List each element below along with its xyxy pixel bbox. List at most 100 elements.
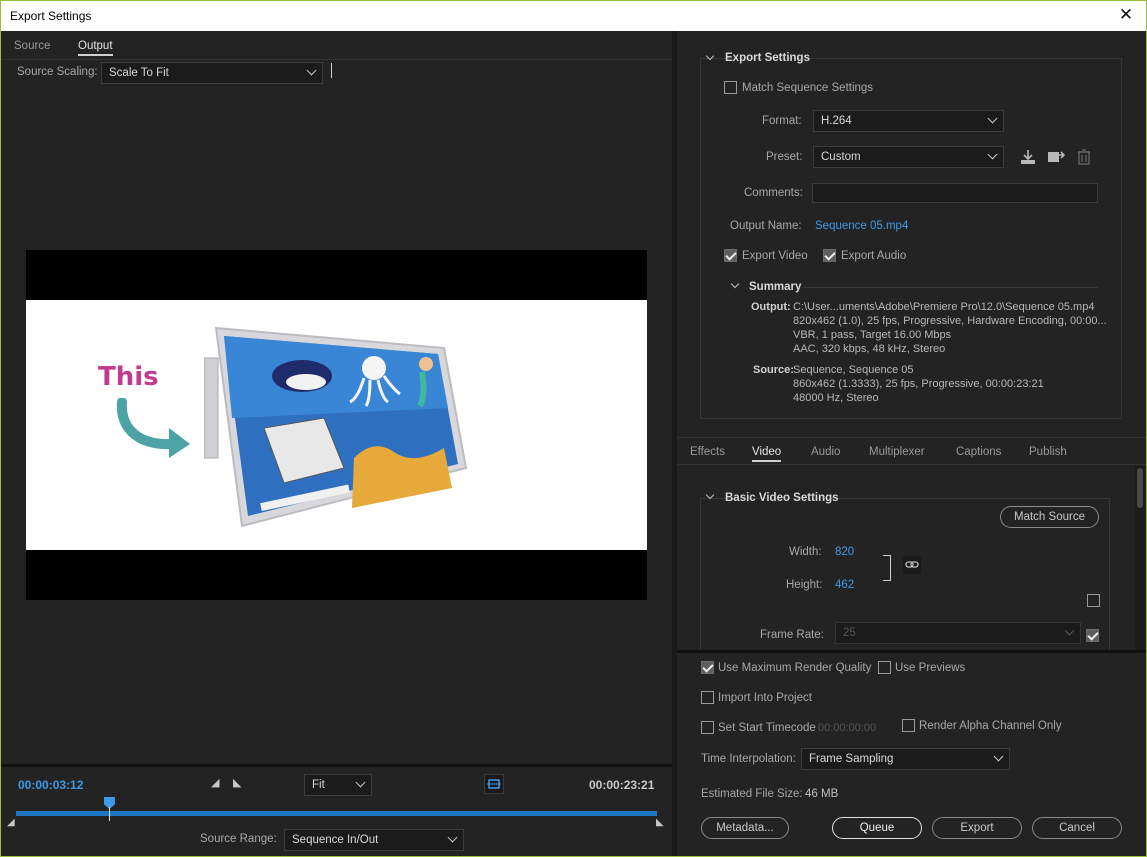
queue-button[interactable]: Queue: [832, 817, 922, 839]
video-settings-scroll: Basic Video Settings Match Source Width:…: [677, 466, 1146, 650]
width-value[interactable]: 820: [835, 546, 854, 558]
summary-output-label: Output:: [751, 301, 791, 313]
chevron-down-icon: [306, 65, 317, 76]
use-previews-label: Use Previews: [895, 662, 966, 674]
comments-label: Comments:: [744, 187, 803, 199]
preset-value: Custom: [821, 151, 861, 163]
width-label: Width:: [789, 546, 822, 558]
overlay-text: This: [98, 362, 159, 392]
export-button[interactable]: Export: [932, 817, 1022, 839]
summary-line: C:\User...uments\Adobe\Premiere Pro\12.0…: [793, 301, 1095, 313]
start-timecode-checkbox[interactable]: [701, 721, 714, 734]
format-dropdown[interactable]: H.264: [813, 110, 1004, 132]
chevron-down-icon: [993, 751, 1004, 762]
close-icon[interactable]: ✕: [1115, 4, 1137, 26]
tab-captions[interactable]: Captions: [956, 446, 1001, 458]
start-timecode-label: Set Start Timecode: [718, 722, 816, 734]
chevron-down-icon: [987, 113, 998, 124]
scrollbar[interactable]: [1135, 466, 1145, 650]
override-checkbox[interactable]: [1087, 594, 1100, 607]
video-preview: This: [26, 250, 647, 600]
zoom-dropdown[interactable]: Fit: [304, 774, 372, 796]
summary-line: 860x462 (1.3333), 25 fps, Progressive, 0…: [793, 378, 1044, 390]
frame-rate-checkbox[interactable]: [1086, 629, 1099, 642]
comments-input[interactable]: [812, 183, 1098, 203]
mark-out-icon[interactable]: ◣: [233, 776, 241, 789]
aspect-correction-button[interactable]: [484, 774, 504, 794]
export-audio-label: Export Audio: [841, 250, 907, 262]
format-label: Format:: [762, 115, 802, 127]
metadata-button[interactable]: Metadata...: [701, 817, 789, 839]
height-value[interactable]: 462: [835, 579, 854, 591]
source-range-label: Source Range:: [200, 833, 277, 845]
frame-rate-label: Frame Rate:: [760, 629, 824, 641]
summary-line: Sequence, Sequence 05: [793, 364, 914, 376]
mark-in-icon[interactable]: ◢: [211, 776, 219, 789]
tab-video[interactable]: Video: [752, 446, 782, 462]
settings-tabs: Effects Video Audio Multiplexer Captions…: [677, 437, 1146, 465]
export-video-label: Export Video: [742, 250, 808, 262]
summary-source-label: Source:: [753, 364, 794, 376]
match-sequence-checkbox[interactable]: [724, 81, 737, 94]
source-scaling-label: Source Scaling:: [17, 66, 98, 78]
time-interpolation-dropdown[interactable]: Frame Sampling: [801, 748, 1010, 770]
import-into-project-checkbox[interactable]: [701, 691, 714, 704]
chevron-down-icon: [987, 149, 998, 160]
import-into-project-label: Import Into Project: [718, 692, 812, 704]
preset-label: Preset:: [766, 151, 803, 163]
tab-audio[interactable]: Audio: [811, 446, 840, 458]
summary-line: VBR, 1 pass, Target 16.00 Mbps: [793, 329, 952, 341]
render-alpha-label: Render Alpha Channel Only: [919, 720, 1062, 732]
video-frame: This: [26, 300, 647, 550]
format-value: H.264: [821, 115, 852, 127]
use-previews-checkbox[interactable]: [878, 661, 891, 674]
total-timecode: 00:00:23:21: [589, 778, 655, 792]
start-timecode-value: 00:00:00:00: [818, 722, 877, 734]
preset-dropdown[interactable]: Custom: [813, 146, 1004, 168]
range-start-handle[interactable]: ◢: [7, 817, 15, 828]
tab-source[interactable]: Source: [14, 40, 50, 52]
time-interpolation-value: Frame Sampling: [809, 753, 894, 765]
range-end-handle[interactable]: ◣: [656, 817, 664, 828]
match-sequence-label: Match Sequence Settings: [742, 82, 874, 94]
source-scaling-value: Scale To Fit: [109, 67, 169, 79]
match-source-button[interactable]: Match Source: [1000, 506, 1099, 528]
current-timecode[interactable]: 00:00:03:12: [18, 778, 83, 792]
summary-line: AAC, 320 kbps, 48 kHz, Stereo: [793, 343, 946, 355]
tab-multiplexer[interactable]: Multiplexer: [869, 446, 925, 458]
file-size-label: Estimated File Size:: [701, 788, 803, 800]
source-range-dropdown[interactable]: Sequence In/Out: [284, 829, 464, 851]
save-preset-icon[interactable]: [1019, 149, 1037, 165]
delete-preset-icon[interactable]: [1077, 149, 1091, 165]
aspect-bracket: [883, 555, 891, 581]
summary-source-text: Sequence, Sequence 05 860x462 (1.3333), …: [793, 363, 1044, 405]
chain-link-icon[interactable]: [903, 556, 921, 574]
tab-output[interactable]: Output: [78, 40, 113, 56]
tab-publish[interactable]: Publish: [1029, 446, 1067, 458]
preview-tabs: Source Output: [1, 31, 672, 60]
title-bar: Export Settings ✕: [0, 0, 1147, 31]
settings-panel: Export Settings Match Sequence Settings …: [677, 31, 1146, 856]
max-render-checkbox[interactable]: [701, 661, 714, 674]
render-alpha-checkbox[interactable]: [902, 719, 915, 732]
frame-rate-dropdown: 25: [835, 622, 1081, 644]
export-video-checkbox[interactable]: [724, 249, 737, 262]
cancel-button[interactable]: Cancel: [1032, 817, 1122, 839]
summary-output-text: C:\User...uments\Adobe\Premiere Pro\12.0…: [793, 300, 1107, 356]
section-divider: [677, 650, 1146, 653]
output-name-link[interactable]: Sequence 05.mp4: [815, 220, 908, 232]
basic-video-header: Basic Video Settings: [725, 492, 839, 504]
chevron-down-icon: [1064, 625, 1075, 636]
summary-divider: [804, 287, 1098, 288]
export-audio-checkbox[interactable]: [823, 249, 836, 262]
tab-effects[interactable]: Effects: [690, 446, 725, 458]
playhead[interactable]: [103, 797, 116, 821]
scrollbar-thumb[interactable]: [1137, 468, 1143, 508]
preview-panel: Source Output Source Scaling: Scale To F…: [1, 31, 672, 856]
import-preset-icon[interactable]: [1047, 149, 1065, 165]
source-scaling-dropdown[interactable]: Scale To Fit: [101, 62, 323, 84]
window-title: Export Settings: [10, 9, 92, 23]
arrow-icon: [116, 398, 190, 458]
summary-header: Summary: [749, 281, 802, 293]
divider: [331, 63, 332, 78]
